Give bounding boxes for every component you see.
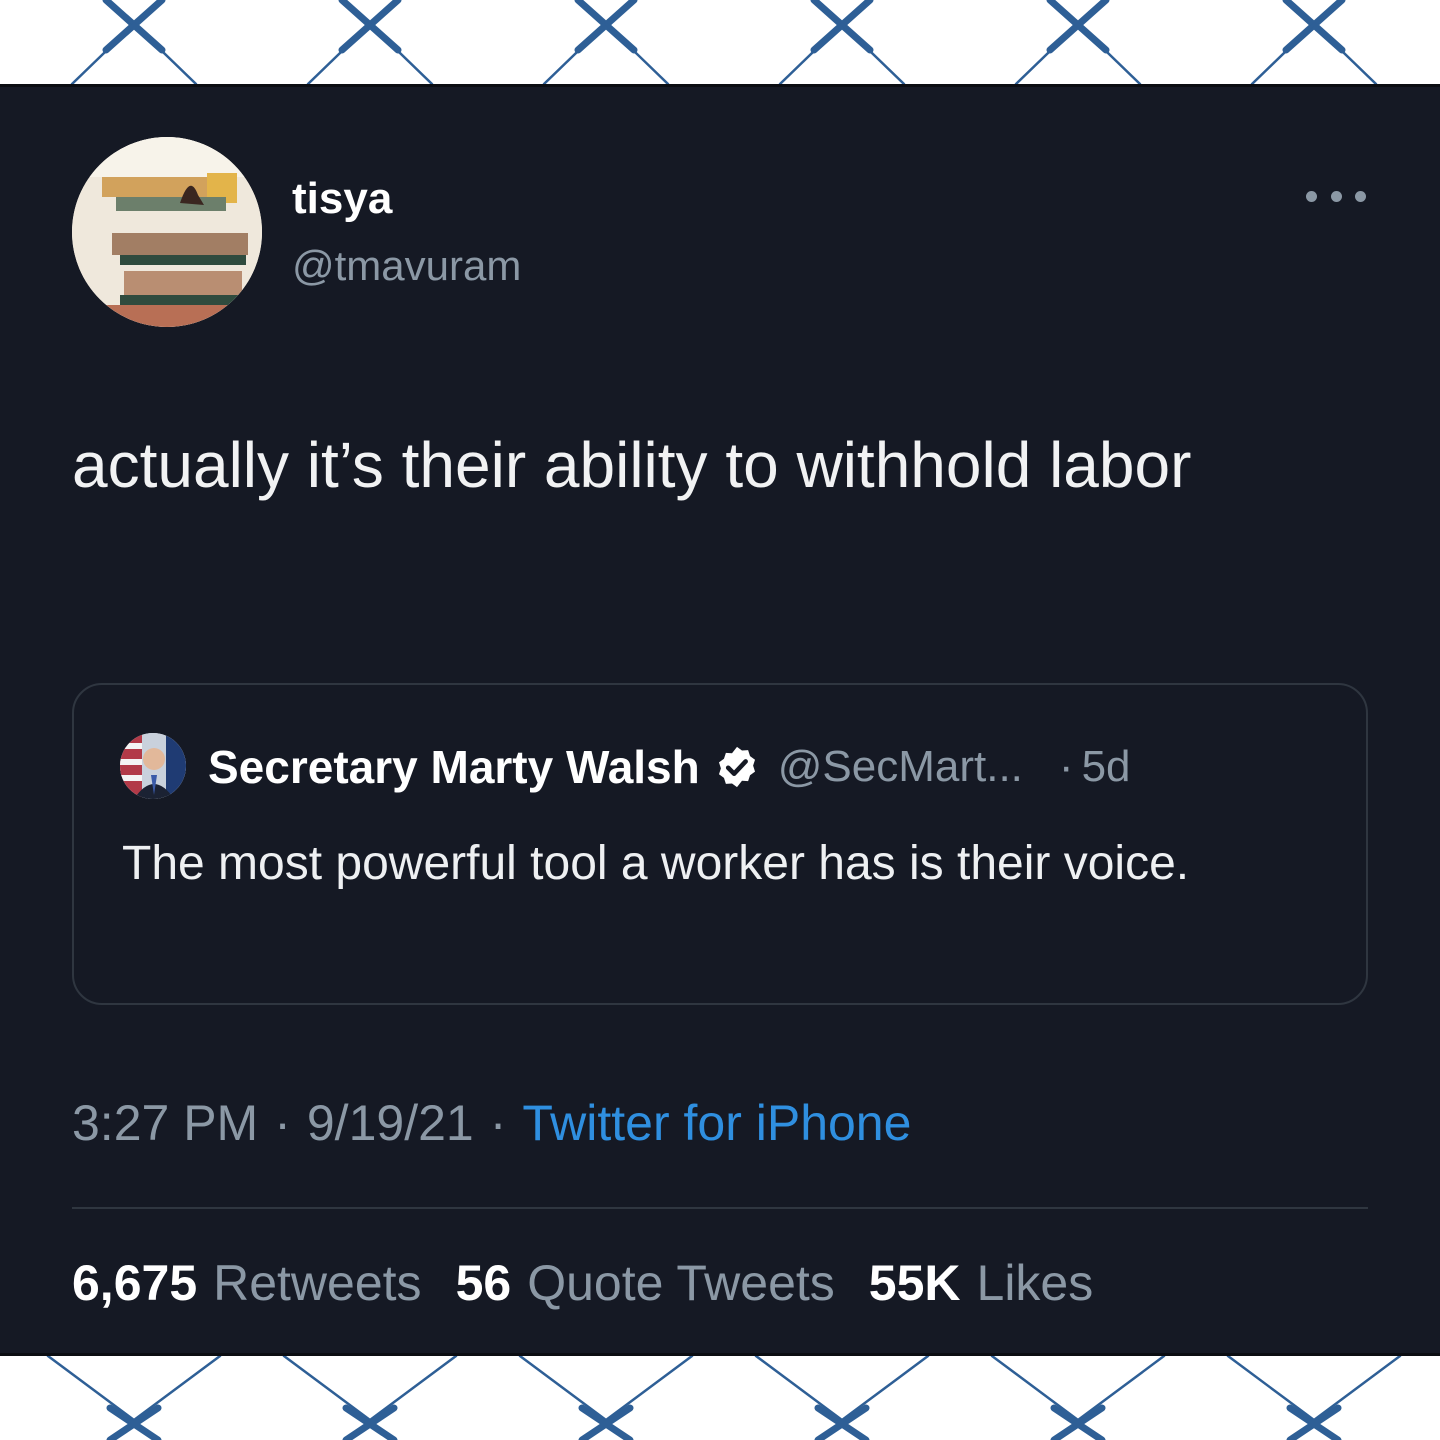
quoted-handle[interactable]: @SecMart... — [778, 742, 1023, 792]
divider — [72, 1207, 1368, 1209]
tweet-card[interactable]: tisya @tmavuram actually it’s their abil… — [0, 84, 1440, 1356]
ellipsis-icon[interactable] — [1306, 181, 1366, 211]
verified-badge-icon — [718, 746, 755, 788]
meta-separator: · — [274, 1095, 291, 1151]
quoted-tweet-header: Secretary Marty Walsh @SecMart... · 5d — [208, 739, 1131, 795]
likes-label[interactable]: Likes — [977, 1254, 1094, 1312]
meta-separator: · — [489, 1095, 507, 1151]
quoted-timestamp[interactable]: 5d — [1082, 742, 1131, 792]
tweet-text: actually it’s their ability to withhold … — [72, 429, 1192, 501]
decorative-frame-bottom — [46, 1356, 1402, 1440]
quote-tweets-count[interactable]: 56 — [456, 1254, 512, 1312]
likes-count[interactable]: 55K — [869, 1254, 961, 1312]
quote-tweets-label[interactable]: Quote Tweets — [527, 1254, 835, 1312]
retweets-label[interactable]: Retweets — [213, 1254, 421, 1312]
quoted-tweet-text: The most powerful tool a worker has is t… — [122, 837, 1190, 890]
tweet-time[interactable]: 3:27 PM — [72, 1094, 258, 1152]
tweet-stats: 6,675 Retweets 56 Quote Tweets 55K Likes — [72, 1251, 1127, 1315]
tweet-date[interactable]: 9/19/21 — [307, 1094, 474, 1152]
retweets-count[interactable]: 6,675 — [72, 1254, 197, 1312]
decorative-frame-top — [70, 0, 1378, 84]
quoted-display-name[interactable]: Secretary Marty Walsh — [208, 740, 700, 794]
user-avatar[interactable] — [72, 137, 262, 327]
tweet-meta: 3:27 PM · 9/19/21 · Twitter for iPhone — [72, 1091, 911, 1155]
display-name[interactable]: tisya — [292, 173, 392, 225]
user-handle[interactable]: @tmavuram — [292, 241, 521, 291]
quoted-separator: · — [1058, 742, 1074, 791]
quoted-tweet[interactable]: Secretary Marty Walsh @SecMart... · 5d T… — [72, 683, 1368, 1005]
tweet-source-link[interactable]: Twitter for iPhone — [522, 1094, 911, 1152]
quoted-user-avatar[interactable] — [120, 733, 186, 799]
